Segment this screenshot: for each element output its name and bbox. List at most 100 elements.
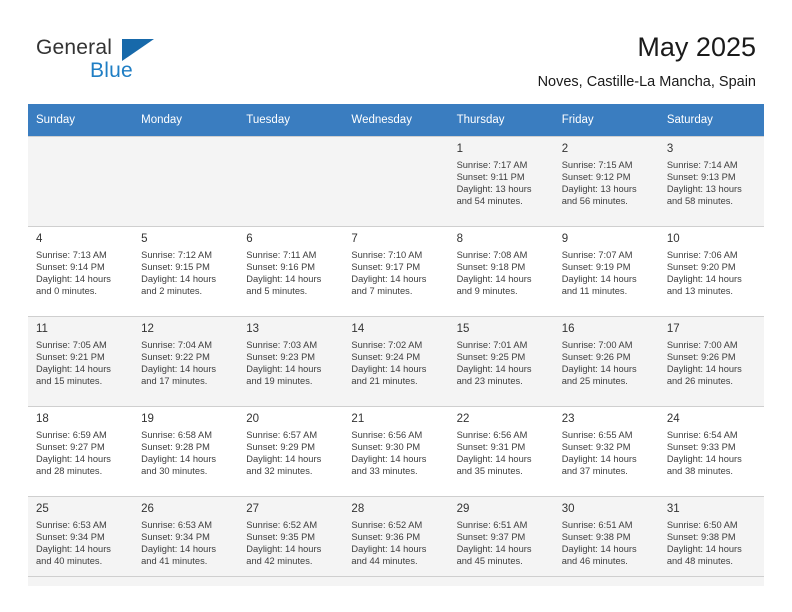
daylight-text-line2: and 19 minutes. bbox=[246, 376, 313, 387]
day-info: Sunrise: 7:00 AM Sunset: 9:26 PM Daylight:… bbox=[659, 336, 764, 387]
day-cell[interactable]: 15 Sunrise: 7:01 AM Sunset: 9:25 PM Dayligh… bbox=[448, 316, 554, 406]
day-info: Sunrise: 7:10 AM Sunset: 9:17 PM Daylight:… bbox=[343, 246, 448, 297]
sunrise-text: Sunrise: 7:13 AM bbox=[36, 250, 107, 260]
calendar-cell: 28 Sunrise: 6:52 AM Sunset: 9:36 PM Dayligh… bbox=[343, 496, 449, 586]
day-number: 3 bbox=[666, 143, 674, 155]
daylight-text-line1: Daylight: 14 hours bbox=[561, 364, 637, 375]
sunset-text: Sunset: 9:26 PM bbox=[561, 352, 631, 363]
day-cell[interactable]: 18 Sunrise: 6:59 AM Sunset: 9:27 PM Dayligh… bbox=[28, 406, 134, 496]
calendar-cell: 31 Sunrise: 6:50 AM Sunset: 9:38 PM Dayligh… bbox=[658, 496, 764, 586]
day-info: Sunrise: 7:15 AM Sunset: 9:12 PM Daylight:… bbox=[554, 156, 659, 207]
day-cell[interactable]: 4 Sunrise: 7:13 AM Sunset: 9:14 PM Daylight… bbox=[28, 226, 134, 316]
sunrise-text: Sunrise: 7:14 AM bbox=[666, 160, 738, 170]
day-cell[interactable]: 28 Sunrise: 6:52 AM Sunset: 9:36 PM Dayligh… bbox=[343, 496, 449, 586]
daylight-text-line1: Daylight: 14 hours bbox=[246, 274, 322, 285]
daylight-text-line1: Daylight: 13 hours bbox=[561, 184, 637, 195]
day-cell[interactable]: 27 Sunrise: 6:52 AM Sunset: 9:35 PM Dayligh… bbox=[238, 496, 344, 586]
day-info: Sunrise: 6:56 AM Sunset: 9:30 PM Daylight:… bbox=[343, 426, 448, 477]
day-cell[interactable]: 10 Sunrise: 7:06 AM Sunset: 9:20 PM Dayligh… bbox=[658, 226, 764, 316]
day-cell[interactable]: 25 Sunrise: 6:53 AM Sunset: 9:34 PM Dayligh… bbox=[28, 496, 134, 586]
calendar-cell: 10 Sunrise: 7:06 AM Sunset: 9:20 PM Dayligh… bbox=[658, 226, 764, 316]
brand-logo[interactable]: General Blue bbox=[36, 36, 186, 88]
day-cell[interactable]: 6 Sunrise: 7:11 AM Sunset: 9:16 PM Daylight… bbox=[238, 226, 344, 316]
daylight-text-line2: and 5 minutes. bbox=[246, 286, 308, 297]
daylight-text-line2: and 40 minutes. bbox=[36, 556, 103, 567]
daylight-text-line2: and 28 minutes. bbox=[36, 466, 103, 477]
calendar-cell: 12 Sunrise: 7:04 AM Sunset: 9:22 PM Dayligh… bbox=[133, 316, 239, 406]
day-cell[interactable]: 5 Sunrise: 7:12 AM Sunset: 9:15 PM Daylight… bbox=[133, 226, 239, 316]
day-cell[interactable]: 8 Sunrise: 7:08 AM Sunset: 9:18 PM Daylight… bbox=[448, 226, 554, 316]
sunset-text: Sunset: 9:30 PM bbox=[351, 442, 421, 453]
sunrise-text: Sunrise: 7:17 AM bbox=[456, 160, 528, 170]
day-cell[interactable]: 16 Sunrise: 7:00 AM Sunset: 9:26 PM Dayligh… bbox=[553, 316, 659, 406]
sunset-text: Sunset: 9:22 PM bbox=[141, 352, 210, 363]
sunset-text: Sunset: 9:33 PM bbox=[666, 442, 736, 453]
calendar-bottom-border bbox=[28, 576, 764, 577]
daylight-text-line1: Daylight: 14 hours bbox=[246, 364, 322, 375]
day-number: 14 bbox=[351, 323, 365, 335]
day-number: 1 bbox=[456, 143, 463, 155]
day-cell[interactable]: 30 Sunrise: 6:51 AM Sunset: 9:38 PM Dayligh… bbox=[553, 496, 659, 586]
day-cell[interactable]: 9 Sunrise: 7:07 AM Sunset: 9:19 PM Daylight… bbox=[553, 226, 659, 316]
day-cell[interactable]: 2 Sunrise: 7:15 AM Sunset: 9:12 PM Daylight… bbox=[553, 136, 659, 226]
day-cell[interactable]: 20 Sunrise: 6:57 AM Sunset: 9:29 PM Dayligh… bbox=[238, 406, 344, 496]
calendar-week-row: 4 Sunrise: 7:13 AM Sunset: 9:14 PM Daylight… bbox=[28, 226, 764, 316]
day-cell[interactable]: 13 Sunrise: 7:03 AM Sunset: 9:23 PM Dayligh… bbox=[238, 316, 344, 406]
day-cell[interactable]: 31 Sunrise: 6:50 AM Sunset: 9:38 PM Dayligh… bbox=[658, 496, 764, 586]
daylight-text-line2: and 48 minutes. bbox=[666, 556, 733, 567]
day-cell[interactable]: 12 Sunrise: 7:04 AM Sunset: 9:22 PM Dayligh… bbox=[133, 316, 239, 406]
day-number: 12 bbox=[141, 323, 154, 335]
day-number: 11 bbox=[36, 323, 48, 335]
weekday-header-saturday: Saturday bbox=[658, 104, 764, 136]
day-cell[interactable]: 23 Sunrise: 6:55 AM Sunset: 9:32 PM Dayligh… bbox=[553, 406, 659, 496]
daylight-text-line1: Daylight: 14 hours bbox=[36, 274, 111, 285]
day-info: Sunrise: 7:06 AM Sunset: 9:20 PM Daylight:… bbox=[659, 246, 764, 297]
daylight-text-line2: and 32 minutes. bbox=[246, 466, 313, 477]
calendar-week-row: 1 Sunrise: 7:17 AM Sunset: 9:11 PM Daylight… bbox=[28, 136, 764, 226]
day-cell[interactable]: 21 Sunrise: 6:56 AM Sunset: 9:30 PM Dayligh… bbox=[343, 406, 449, 496]
day-cell[interactable]: 11 Sunrise: 7:05 AM Sunset: 9:21 PM Dayligh… bbox=[28, 316, 134, 406]
day-cell[interactable]: 22 Sunrise: 6:56 AM Sunset: 9:31 PM Dayligh… bbox=[448, 406, 554, 496]
daylight-text-line1: Daylight: 14 hours bbox=[666, 364, 742, 375]
day-cell[interactable]: 7 Sunrise: 7:10 AM Sunset: 9:17 PM Daylight… bbox=[343, 226, 449, 316]
calendar-cell: 24 Sunrise: 6:54 AM Sunset: 9:33 PM Dayligh… bbox=[658, 406, 764, 496]
day-cell[interactable]: 19 Sunrise: 6:58 AM Sunset: 9:28 PM Dayligh… bbox=[133, 406, 239, 496]
daylight-text-line2: and 45 minutes. bbox=[456, 556, 523, 567]
daylight-text-line2: and 21 minutes. bbox=[351, 376, 418, 387]
sunset-text: Sunset: 9:28 PM bbox=[141, 442, 210, 453]
sunset-text: Sunset: 9:32 PM bbox=[561, 442, 631, 453]
sunrise-text: Sunrise: 6:53 AM bbox=[36, 520, 107, 530]
day-info: Sunrise: 6:59 AM Sunset: 9:27 PM Daylight:… bbox=[28, 426, 133, 477]
day-cell[interactable]: 17 Sunrise: 7:00 AM Sunset: 9:26 PM Dayligh… bbox=[658, 316, 764, 406]
day-number: 21 bbox=[351, 413, 365, 425]
day-cell[interactable]: 26 Sunrise: 6:53 AM Sunset: 9:34 PM Dayligh… bbox=[133, 496, 239, 586]
day-number: 15 bbox=[456, 323, 470, 335]
day-info: Sunrise: 7:13 AM Sunset: 9:14 PM Daylight:… bbox=[28, 246, 133, 297]
title-block: May 2025 Noves, Castille-La Mancha, Spai… bbox=[538, 30, 756, 92]
calendar-cell: 30 Sunrise: 6:51 AM Sunset: 9:38 PM Dayligh… bbox=[553, 496, 659, 586]
daylight-text-line1: Daylight: 14 hours bbox=[141, 544, 217, 555]
daylight-text-line2: and 15 minutes. bbox=[36, 376, 103, 387]
day-info: Sunrise: 6:50 AM Sunset: 9:38 PM Daylight:… bbox=[659, 516, 764, 567]
calendar-cell: 27 Sunrise: 6:52 AM Sunset: 9:35 PM Dayligh… bbox=[238, 496, 344, 586]
day-cell[interactable]: 3 Sunrise: 7:14 AM Sunset: 9:13 PM Daylight… bbox=[658, 136, 764, 226]
day-cell[interactable]: 1 Sunrise: 7:17 AM Sunset: 9:11 PM Daylight… bbox=[448, 136, 554, 226]
day-cell[interactable]: 24 Sunrise: 6:54 AM Sunset: 9:33 PM Dayligh… bbox=[658, 406, 764, 496]
day-info: Sunrise: 6:51 AM Sunset: 9:37 PM Daylight:… bbox=[449, 516, 554, 567]
daylight-text-line2: and 30 minutes. bbox=[141, 466, 208, 477]
day-number: 20 bbox=[246, 413, 260, 425]
sunrise-text: Sunrise: 7:06 AM bbox=[666, 250, 738, 260]
daylight-text-line1: Daylight: 14 hours bbox=[666, 274, 742, 285]
sunrise-text: Sunrise: 6:56 AM bbox=[456, 430, 528, 440]
daylight-text-line1: Daylight: 14 hours bbox=[141, 364, 217, 375]
triangle-flag-icon bbox=[122, 39, 154, 61]
calendar-cell: 15 Sunrise: 7:01 AM Sunset: 9:25 PM Dayligh… bbox=[448, 316, 554, 406]
day-info: Sunrise: 7:12 AM Sunset: 9:15 PM Daylight:… bbox=[133, 246, 238, 297]
day-number: 17 bbox=[666, 323, 680, 335]
daylight-text-line2: and 9 minutes. bbox=[456, 286, 518, 297]
sunrise-text: Sunrise: 6:51 AM bbox=[561, 520, 633, 530]
daylight-text-line1: Daylight: 14 hours bbox=[666, 454, 742, 465]
day-cell[interactable]: 14 Sunrise: 7:02 AM Sunset: 9:24 PM Dayligh… bbox=[343, 316, 449, 406]
calendar-week-row: 18 Sunrise: 6:59 AM Sunset: 9:27 PM Dayligh… bbox=[28, 406, 764, 496]
day-cell[interactable]: 29 Sunrise: 6:51 AM Sunset: 9:37 PM Dayligh… bbox=[448, 496, 554, 586]
